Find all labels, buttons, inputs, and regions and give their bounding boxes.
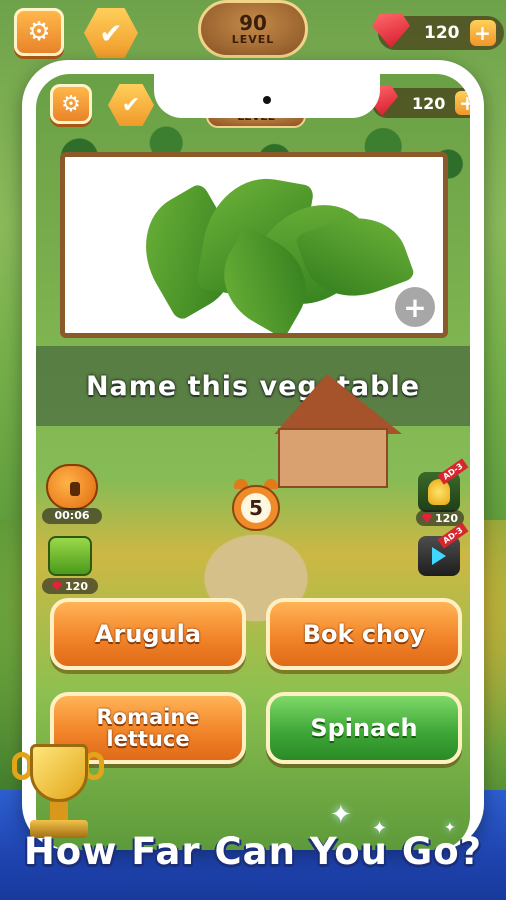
zoom-in-icon: +	[403, 290, 427, 324]
zoom-in-button[interactable]: +	[395, 287, 435, 327]
outer-top-bar: ⚙ ✔ 90 LEVEL 120 +	[0, 0, 506, 60]
roof	[274, 374, 402, 434]
trophy-handle	[12, 752, 32, 780]
timer-booster[interactable]: 00:06	[42, 464, 102, 528]
outer-gem-counter: 120 +	[372, 14, 504, 50]
clock-value: 5	[249, 496, 263, 520]
timer-value: 00:06	[42, 508, 102, 524]
can-icon	[48, 536, 92, 576]
answer-button-arugula[interactable]: Arugula	[50, 598, 246, 670]
question-image[interactable]: +	[60, 152, 448, 338]
trophy-cup	[30, 744, 88, 802]
booster-cost: 120	[42, 578, 98, 594]
answer-label: Arugula	[94, 620, 202, 648]
check-button[interactable]: ✔	[108, 84, 154, 126]
lightbulb-icon	[428, 479, 450, 505]
hint-booster[interactable]: AD-3 120	[412, 458, 469, 526]
trophy-stem	[50, 802, 68, 822]
gem-count: 120	[412, 93, 446, 113]
gear-icon: ⚙	[27, 17, 51, 47]
play-icon	[432, 547, 446, 565]
add-gems-button[interactable]: +	[455, 91, 470, 115]
gem-icon	[52, 581, 63, 591]
add-gems-button[interactable]: +	[469, 20, 496, 46]
clock-face: 5	[232, 485, 280, 531]
house-wall	[278, 428, 388, 488]
pumpkin-icon	[46, 464, 98, 510]
video-booster[interactable]: AD-3	[412, 522, 469, 590]
outer-check-button[interactable]: ✔	[84, 8, 138, 58]
phone-notch	[154, 74, 380, 118]
check-icon: ✔	[99, 16, 123, 50]
answer-label: Spinach	[310, 714, 418, 742]
gear-icon: ⚙	[61, 91, 81, 117]
gem-icon	[372, 14, 410, 48]
check-icon: ✔	[121, 92, 141, 118]
promo-tagline: How Far Can You Go?	[23, 830, 483, 873]
booster-cost: 120	[416, 510, 464, 526]
phone-screen: ⚙ ✔ LEVEL 120 + + N	[36, 74, 470, 850]
level-number: 90	[239, 10, 267, 35]
outer-settings-button[interactable]: ⚙	[14, 8, 64, 56]
answer-label: Bok choy	[302, 620, 426, 648]
countdown-clock: 5	[232, 479, 280, 531]
lock-icon	[70, 482, 80, 496]
farmhouse	[252, 374, 402, 488]
cost-value: 120	[435, 511, 458, 525]
gem-icon	[422, 513, 433, 523]
camera-dot	[263, 96, 271, 104]
sparkle: ✦	[330, 800, 352, 830]
phone-frame: ⚙ ✔ LEVEL 120 + + N	[22, 60, 484, 850]
remove-wrong-booster[interactable]: 120	[42, 534, 98, 594]
settings-button[interactable]: ⚙	[50, 84, 92, 124]
level-label: LEVEL	[231, 32, 275, 46]
cost-value: 120	[65, 579, 88, 593]
gem-counter: 120 +	[366, 86, 470, 118]
gem-count: 120	[424, 23, 460, 43]
answer-button-spinach[interactable]: Spinach	[266, 692, 462, 764]
outer-level-plaque: 90 LEVEL	[198, 0, 308, 58]
answer-button-bok-choy[interactable]: Bok choy	[266, 598, 462, 670]
